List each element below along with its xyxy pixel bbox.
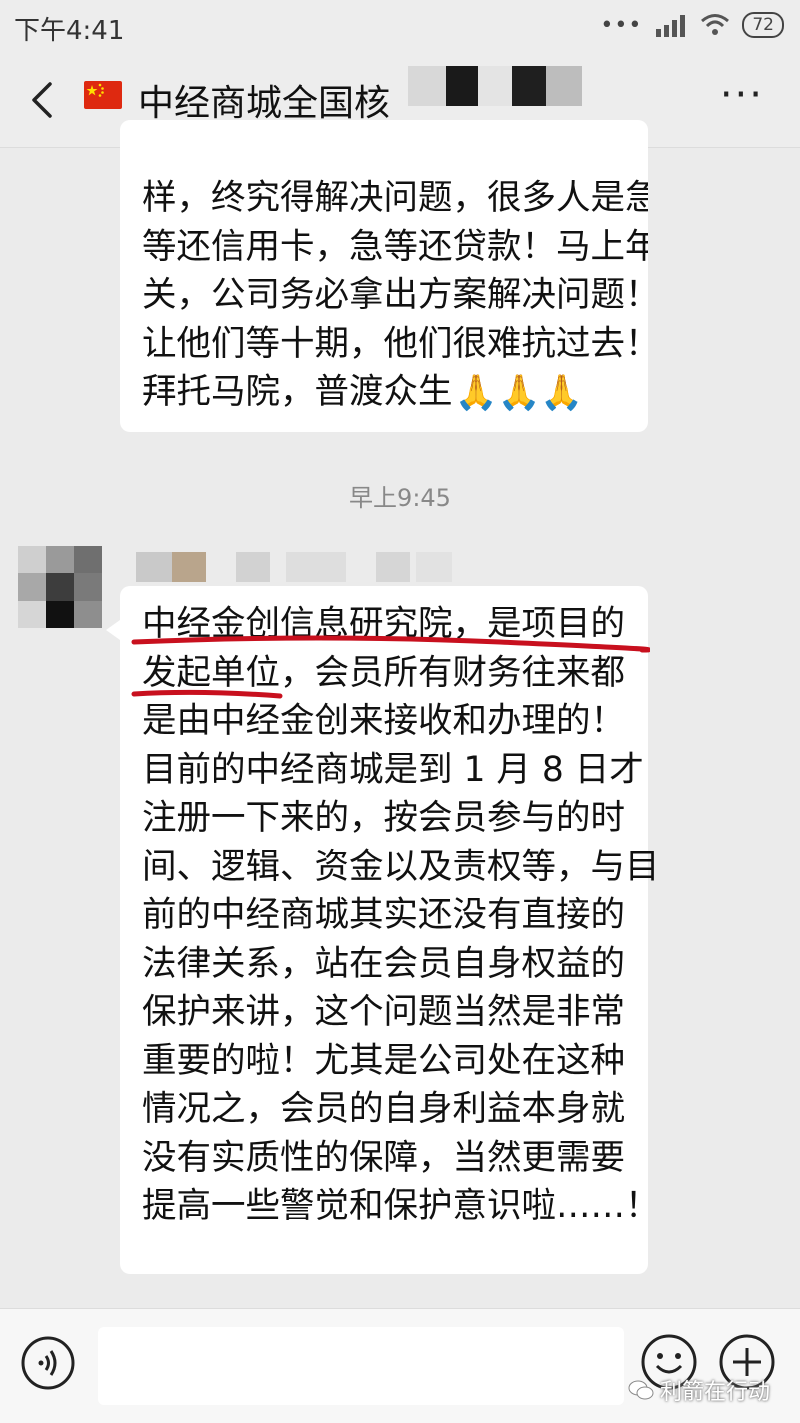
praying-hands-icon: 🙏🙏🙏	[454, 373, 584, 414]
message-line: 拜托马院，普渡众生🙏🙏🙏	[142, 368, 626, 418]
sender-name-redaction	[136, 552, 452, 582]
message-line: 情况之，会员的自身利益本身就	[142, 1089, 625, 1129]
message-bubble: 样，终究得解决问题，很多人是急 等还信用卡，急等还贷款！马上年 关，公司务必拿出…	[120, 120, 648, 432]
battery-indicator: 72	[742, 12, 784, 38]
message-line: 目前的中经商城是到 1 月 8 日才	[142, 749, 644, 790]
message-line: 关，公司务必拿出方案解决问题！	[142, 275, 648, 315]
wifi-icon	[701, 14, 730, 35]
china-flag-icon	[84, 81, 122, 109]
message-text: 拜托马院，普渡众生	[142, 372, 453, 412]
signal-dots-icon: •••	[600, 12, 643, 38]
timestamp: 早上9:45	[349, 484, 451, 512]
message-line: 间、逻辑、资金以及责权等，与目	[142, 846, 660, 887]
status-indicators: ••• 72	[600, 12, 784, 38]
status-time: 下午4:41	[14, 16, 125, 46]
status-bar: 下午4:41 ••• 72	[0, 0, 800, 52]
message-line: 重要的啦！尤其是公司处在这种	[142, 1040, 625, 1081]
message-line: 样，终究得解决问题，很多人是急	[142, 178, 648, 218]
message-line: 法律关系，站在会员自身权益的	[142, 943, 625, 984]
message-line: 提高一些警觉和保护意识啦……！	[142, 1186, 660, 1226]
red-underline-annotation	[131, 635, 650, 699]
back-arrow-icon[interactable]	[24, 78, 64, 122]
message-line: 等还信用卡，急等还贷款！马上年	[142, 226, 648, 267]
signal-icon	[656, 15, 686, 37]
message-input[interactable]	[98, 1327, 624, 1405]
message-line: 保护来讲，这个问题当然是非常	[142, 992, 625, 1032]
chat-title: 中经商城全国核	[138, 83, 391, 124]
message-line: 没有实质性的保障，当然更需要	[142, 1137, 625, 1178]
message-line: 注册一下来的，按会员参与的时	[142, 798, 625, 838]
watermark: 利箭在行动	[628, 1374, 770, 1406]
more-options-icon[interactable]: ···	[720, 75, 764, 115]
message-line: 让他们等十期，他们很难抗过去！	[142, 323, 648, 364]
wechat-logo-icon	[628, 1380, 654, 1400]
avatar[interactable]	[18, 546, 102, 628]
title-redaction	[408, 66, 586, 106]
voice-input-icon[interactable]	[20, 1335, 76, 1391]
watermark-text: 利箭在行动	[659, 1380, 770, 1405]
message-line: 前的中经商城其实还没有直接的	[142, 895, 625, 935]
